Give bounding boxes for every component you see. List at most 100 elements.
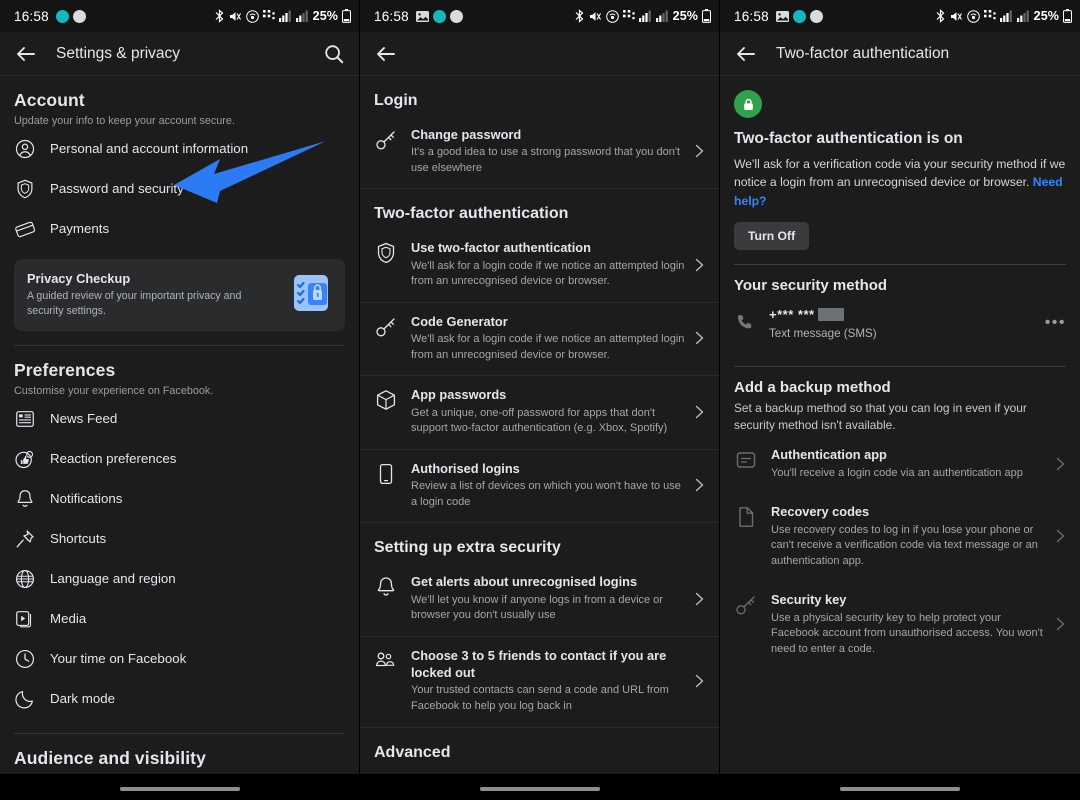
sidebar-item-reaction-preferences[interactable]: Reaction preferences	[0, 439, 359, 479]
media-icon	[16, 610, 32, 628]
battery-percent: 25%	[672, 9, 698, 23]
chevron-right-icon	[695, 674, 704, 688]
signal-sim1-icon	[278, 10, 291, 22]
sidebar-item-payments[interactable]: Payments	[0, 209, 359, 249]
sidebar-item-label: Your time on Facebook	[50, 651, 187, 667]
sidebar-item-notifications[interactable]: Notifications	[0, 479, 359, 519]
sidebar-item-media[interactable]: Media	[0, 599, 359, 639]
list-item-text: Change password It's a good idea to use …	[411, 126, 685, 176]
status-bar-middle: 16:58 25%	[360, 0, 719, 32]
status-left-icons	[415, 9, 463, 23]
chevron-right-icon	[1056, 530, 1065, 543]
chevron-right-icon	[695, 405, 704, 418]
preferences-subheading: Customise your experience on Facebook.	[14, 385, 214, 398]
chevron-right-icon	[695, 592, 704, 605]
sidebar-item-password-security[interactable]: Password and security	[0, 169, 359, 209]
list-item-subtitle: We'll ask for a login code if we notice …	[411, 259, 685, 288]
battery-percent: 25%	[312, 9, 338, 23]
vpn-icon	[262, 10, 275, 20]
sidebar-item-news-feed[interactable]: News Feed	[0, 399, 359, 439]
chevron-right-icon	[695, 258, 704, 271]
back-arrow-icon[interactable]	[734, 42, 758, 66]
list-item-subtitle: We'll ask for a login code if we notice …	[411, 333, 685, 361]
list-item-use-two-factor-authentication[interactable]: Use two-factor authentication We'll ask …	[360, 229, 719, 303]
system-navbar-left	[0, 774, 359, 800]
security-method-type: Text message (SMS)	[769, 326, 877, 340]
list-item-security-key[interactable]: Security key Use a physical security key…	[720, 581, 1080, 669]
bell-icon	[17, 489, 33, 507]
status-left-icons	[775, 9, 823, 23]
backup-heading: Add a backup method	[734, 378, 891, 396]
teal-app-icon	[55, 9, 69, 23]
list-item-change-password[interactable]: Change password It's a good idea to use …	[360, 116, 719, 190]
sidebar-item-language-region[interactable]: Language and region	[0, 559, 359, 599]
sidebar-item-personal-info[interactable]: Personal and account information	[0, 129, 359, 169]
middle-scroll-body[interactable]: Login Change password It's a good idea t…	[360, 76, 719, 800]
home-indicator[interactable]	[119, 787, 240, 791]
shield-icon	[377, 243, 395, 264]
back-arrow-icon[interactable]	[14, 42, 38, 66]
list-item-title: Get alerts about unrecognised logins	[411, 574, 638, 590]
turn-off-button[interactable]: Turn Off	[734, 221, 810, 250]
vpn-icon	[983, 10, 996, 20]
bell-icon	[377, 577, 395, 596]
hotspot-icon	[966, 9, 980, 23]
right-scroll-body[interactable]: Two-factor authentication is on We'll as…	[720, 76, 1080, 800]
security-method-text: +*** *** **** Text message (SMS)	[769, 306, 1045, 340]
list-item-subtitle: Get a unique, one-off password for apps …	[411, 406, 668, 435]
list-item-title: Authentication app	[771, 447, 887, 463]
list-item-title: Authorised logins	[411, 460, 520, 476]
signal-sim1-icon	[638, 10, 651, 22]
sidebar-item-time-on-facebook[interactable]: Your time on Facebook	[0, 639, 359, 679]
list-item-text: Recovery codes Use recovery codes to log…	[771, 503, 1046, 569]
group-heading-two-factor: Two-factor authentication	[374, 205, 569, 223]
grey-app-icon	[809, 9, 823, 23]
list-item-text: Choose 3 to 5 friends to contact if you …	[411, 647, 685, 715]
two-factor-status-block: Two-factor authentication is on We'll as…	[720, 90, 1080, 250]
list-item-text: Authentication app You'll receive a logi…	[771, 446, 1046, 481]
list-item-recovery-codes[interactable]: Recovery codes Use recovery codes to log…	[720, 493, 1080, 581]
shield-icon	[17, 179, 33, 198]
list-item-authorised-logins[interactable]: Authorised logins Review a list of devic…	[360, 450, 719, 524]
sidebar-item-label: Dark mode	[50, 691, 116, 707]
key-icon	[376, 318, 395, 337]
key-icon	[376, 131, 395, 150]
list-item-subtitle: Use a physical security key to help prot…	[771, 611, 1043, 655]
list-item-get-alerts[interactable]: Get alerts about unrecognised logins We'…	[360, 563, 719, 637]
back-arrow-icon[interactable]	[374, 42, 398, 66]
battery-icon	[1063, 9, 1072, 23]
home-indicator[interactable]	[840, 787, 960, 791]
list-item-choose-trusted-contacts[interactable]: Choose 3 to 5 friends to contact if you …	[360, 637, 719, 728]
list-item-app-passwords[interactable]: App passwords Get a unique, one-off pass…	[360, 376, 719, 450]
overflow-menu-icon[interactable]: •••	[1045, 314, 1066, 331]
person-circle-icon	[15, 139, 35, 158]
security-method-row[interactable]: +*** *** **** Text message (SMS) •••	[720, 298, 1080, 352]
phone-icon	[379, 463, 393, 484]
teal-app-icon	[432, 9, 446, 23]
phone-call-icon	[737, 314, 752, 329]
list-item-subtitle: Review a list of devices on which you wo…	[411, 480, 681, 508]
privacy-checkup-lock-icon	[294, 274, 328, 311]
group-heading-advanced: Advanced	[374, 743, 451, 761]
mute-icon	[229, 11, 241, 21]
sidebar-item-label: News Feed	[50, 411, 118, 427]
sidebar-item-shortcuts[interactable]: Shortcuts	[0, 519, 359, 559]
image-icon	[415, 10, 429, 22]
sidebar-item-dark-mode[interactable]: Dark mode	[0, 679, 359, 719]
privacy-checkup-card[interactable]: Privacy Checkup A guided review of your …	[14, 258, 345, 332]
backup-subheading: Set a backup method so that you can log …	[734, 400, 1027, 433]
list-item-text: Get alerts about unrecognised logins We'…	[411, 573, 685, 623]
home-indicator[interactable]	[479, 787, 600, 791]
left-scroll-body[interactable]: Account Update your info to keep your ac…	[0, 76, 359, 800]
status-right-icons: 25%	[214, 9, 351, 23]
status-time: 16:58	[734, 8, 769, 24]
clock-icon	[15, 649, 35, 668]
list-item-authentication-app[interactable]: Authentication app You'll receive a logi…	[720, 434, 1080, 493]
bluetooth-icon	[575, 9, 584, 23]
list-item-code-generator[interactable]: Code Generator We'll ask for a login cod…	[360, 303, 719, 377]
screen-two-factor-authentication: 16:58 25% Two-factor authentication Two-…	[720, 0, 1080, 800]
chevron-right-icon	[695, 144, 704, 158]
list-item-title: Use two-factor authentication	[411, 240, 591, 256]
chevron-right-icon	[695, 331, 704, 345]
search-icon[interactable]	[323, 43, 345, 65]
